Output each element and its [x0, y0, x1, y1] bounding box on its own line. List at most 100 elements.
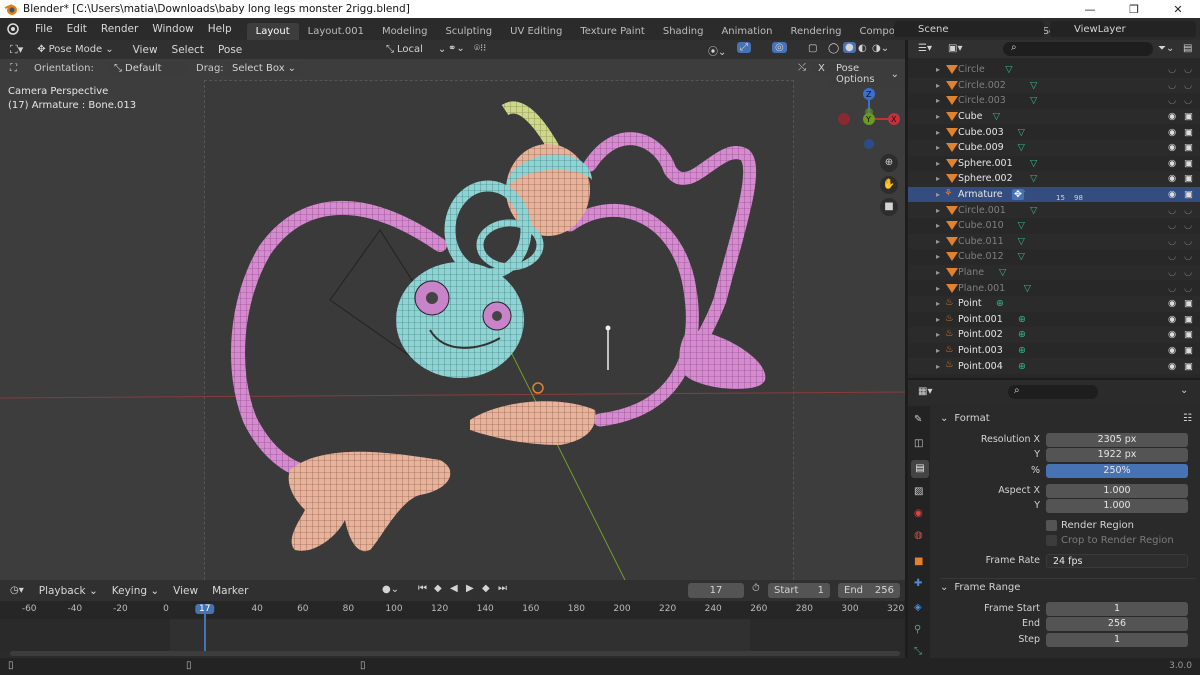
outliner-row[interactable]: ▸ Plane.001 ▽ ◡ ◡ [908, 280, 1200, 296]
outliner-row[interactable]: ▸ Cube.003 ▽ ◉ ▣ [908, 124, 1200, 140]
outliner-item-name[interactable]: Plane.001 [958, 283, 1005, 294]
render-region-checkbox[interactable] [1046, 520, 1057, 531]
expand-arrow-icon[interactable]: ▸ [936, 268, 940, 277]
mesh-data-icon[interactable]: ▽ [1018, 127, 1025, 138]
presets-icon[interactable]: ☷ [1183, 413, 1192, 424]
expand-arrow-icon[interactable]: ▸ [936, 65, 940, 74]
frame-rate-dropdown[interactable]: 24 fps [1046, 553, 1188, 568]
tab-sculpting[interactable]: Sculpting [436, 23, 501, 40]
expand-arrow-icon[interactable]: ▸ [936, 81, 940, 90]
render-camera-icon[interactable]: ▣ [1184, 158, 1193, 169]
visibility-eye-icon[interactable]: ◉ [1168, 345, 1176, 356]
render-camera-icon[interactable]: ▣ [1184, 111, 1193, 122]
visibility-eye-icon[interactable]: ◉ [1168, 189, 1176, 200]
frame-end-field[interactable]: 256 [1046, 616, 1188, 631]
tab-shading[interactable]: Shading [654, 23, 713, 40]
render-camera-icon[interactable]: ▣ [1184, 142, 1193, 153]
pose-icon[interactable]: ✥ [1012, 189, 1024, 201]
mesh-data-icon[interactable]: ▽ [1018, 251, 1025, 262]
end-field[interactable]: End 256 [838, 583, 900, 598]
menu-file[interactable]: File [28, 23, 60, 35]
3d-viewport[interactable]: ⛶▾ ✥ Pose Mode ⌄ View Select Pose ⤡ Loca… [0, 40, 905, 580]
shading-wireframe-icon[interactable]: ◯ [828, 43, 839, 54]
render-camera-icon[interactable]: ▣ [1184, 189, 1193, 200]
outliner-row[interactable]: ▸ ♨ Point.001 ⊕ ◉ ▣ [908, 312, 1200, 328]
shading-solid-icon[interactable]: ● [843, 42, 856, 53]
render-tab-icon[interactable]: ◫ [914, 438, 923, 449]
visibility-eye-icon[interactable]: ◡ [1168, 251, 1176, 262]
outliner-item-name[interactable]: Point.003 [958, 345, 1003, 356]
prev-keyframe-icon[interactable]: ◆ [434, 583, 442, 594]
outliner-item-name[interactable]: Cube [958, 111, 983, 122]
expand-arrow-icon[interactable]: ▸ [936, 362, 940, 371]
mesh-data-icon[interactable]: ▽ [999, 267, 1006, 278]
mesh-data-icon[interactable]: ▽ [1030, 205, 1037, 216]
timeline-view-menu[interactable]: View [166, 585, 205, 597]
outliner-item-name[interactable]: Cube.009 [958, 142, 1004, 153]
render-camera-icon[interactable]: ▣ [1184, 361, 1193, 372]
outliner-item-name[interactable]: Cube.012 [958, 251, 1004, 262]
outliner-item-name[interactable]: Sphere.002 [958, 173, 1013, 184]
marker-menu[interactable]: Marker [205, 585, 255, 597]
jump-start-icon[interactable]: ⏮ [418, 583, 427, 594]
outliner-row[interactable]: ▸ Cube.012 ▽ ◡ ◡ [908, 249, 1200, 265]
visibility-icon[interactable]: ⦿⌄ [708, 43, 726, 58]
visibility-eye-icon[interactable]: ◡ [1168, 267, 1176, 278]
camera-view-icon[interactable]: ■ [880, 198, 898, 216]
snap-icon[interactable]: ⌾⁝⁝ [474, 43, 486, 54]
pivot-point[interactable] [532, 382, 544, 394]
frame-step-field[interactable]: 1 [1046, 632, 1188, 647]
menu-edit[interactable]: Edit [60, 23, 94, 35]
outliner-item-name[interactable]: Circle.002 [958, 80, 1006, 91]
blender-menu-icon[interactable] [4, 21, 26, 37]
editor-type-icon[interactable]: ⛶▾ [10, 43, 23, 57]
render-camera-icon[interactable]: ◡ [1184, 220, 1192, 231]
outliner-item-name[interactable]: Cube.003 [958, 127, 1004, 138]
outliner-row[interactable]: ▸ Sphere.002 ▽ ◉ ▣ [908, 171, 1200, 187]
jump-end-icon[interactable]: ⏭ [498, 583, 507, 594]
visibility-eye-icon[interactable]: ◡ [1168, 80, 1176, 91]
tab-texture-paint[interactable]: Texture Paint [571, 23, 654, 40]
mesh-data-icon[interactable]: ▽ [1030, 158, 1037, 169]
shading-material-icon[interactable]: ◐ [858, 43, 867, 54]
outliner-row[interactable]: ▸ Circle ▽ ◡ ◡ [908, 62, 1200, 78]
outliner-item-name[interactable]: Point [958, 298, 982, 309]
menu-pose[interactable]: Pose [211, 44, 249, 56]
frame-ruler[interactable] [0, 601, 905, 619]
mesh-data-icon[interactable]: ▽ [1030, 95, 1037, 106]
timeline-scrollbar[interactable] [10, 651, 900, 656]
visibility-eye-icon[interactable]: ◡ [1168, 205, 1176, 216]
mesh-data-icon[interactable]: ▽ [1024, 283, 1031, 294]
new-collection-icon[interactable]: ▤ [1183, 43, 1192, 54]
menu-select[interactable]: Select [165, 44, 211, 56]
visibility-eye-icon[interactable]: ◉ [1168, 298, 1176, 309]
visibility-eye-icon[interactable]: ◡ [1168, 236, 1176, 247]
scene-tab-icon[interactable]: ◉ [914, 508, 923, 519]
resolution-percent-field[interactable]: 250% [1046, 463, 1188, 478]
outliner-item-name[interactable]: Point.002 [958, 329, 1003, 340]
properties-search-input[interactable]: ⌕ [1008, 385, 1098, 399]
render-camera-icon[interactable]: ▣ [1184, 127, 1193, 138]
stopwatch-icon[interactable]: ⏱ [752, 583, 760, 594]
resolution-x-field[interactable]: 2305 px [1046, 432, 1188, 447]
outliner-item-name[interactable]: Plane [958, 267, 984, 278]
outliner-item-name[interactable]: Circle.003 [958, 95, 1006, 106]
light-data-icon[interactable]: ⊕ [1018, 361, 1026, 372]
menu-window[interactable]: Window [145, 23, 200, 35]
navigation-gizmo[interactable]: Z X Y [834, 84, 904, 154]
render-camera-icon[interactable]: ◡ [1184, 283, 1192, 294]
outliner-row[interactable]: ▸ Circle.003 ▽ ◡ ◡ [908, 93, 1200, 109]
expand-arrow-icon[interactable]: ▸ [936, 252, 940, 261]
mesh-data-icon[interactable]: ▽ [993, 111, 1000, 122]
pivot-icon[interactable]: ⚭⌄ [448, 43, 465, 54]
tab-rendering[interactable]: Rendering [781, 23, 850, 40]
expand-arrow-icon[interactable]: ▸ [936, 237, 940, 246]
output-tab-icon[interactable]: ▤ [911, 460, 929, 478]
menu-view[interactable]: View [126, 44, 165, 56]
data-tab-icon[interactable]: ⤡ [914, 646, 922, 657]
outliner-row[interactable]: ▸ Plane ▽ ◡ ◡ [908, 264, 1200, 281]
render-camera-icon[interactable]: ◡ [1184, 64, 1192, 75]
display-mode-icon[interactable]: ▣▾ [948, 43, 962, 54]
outliner-row[interactable]: ▸⚘Armature▽◉▣✥1598 [908, 186, 1200, 203]
close-button[interactable]: ✕ [1156, 0, 1200, 18]
